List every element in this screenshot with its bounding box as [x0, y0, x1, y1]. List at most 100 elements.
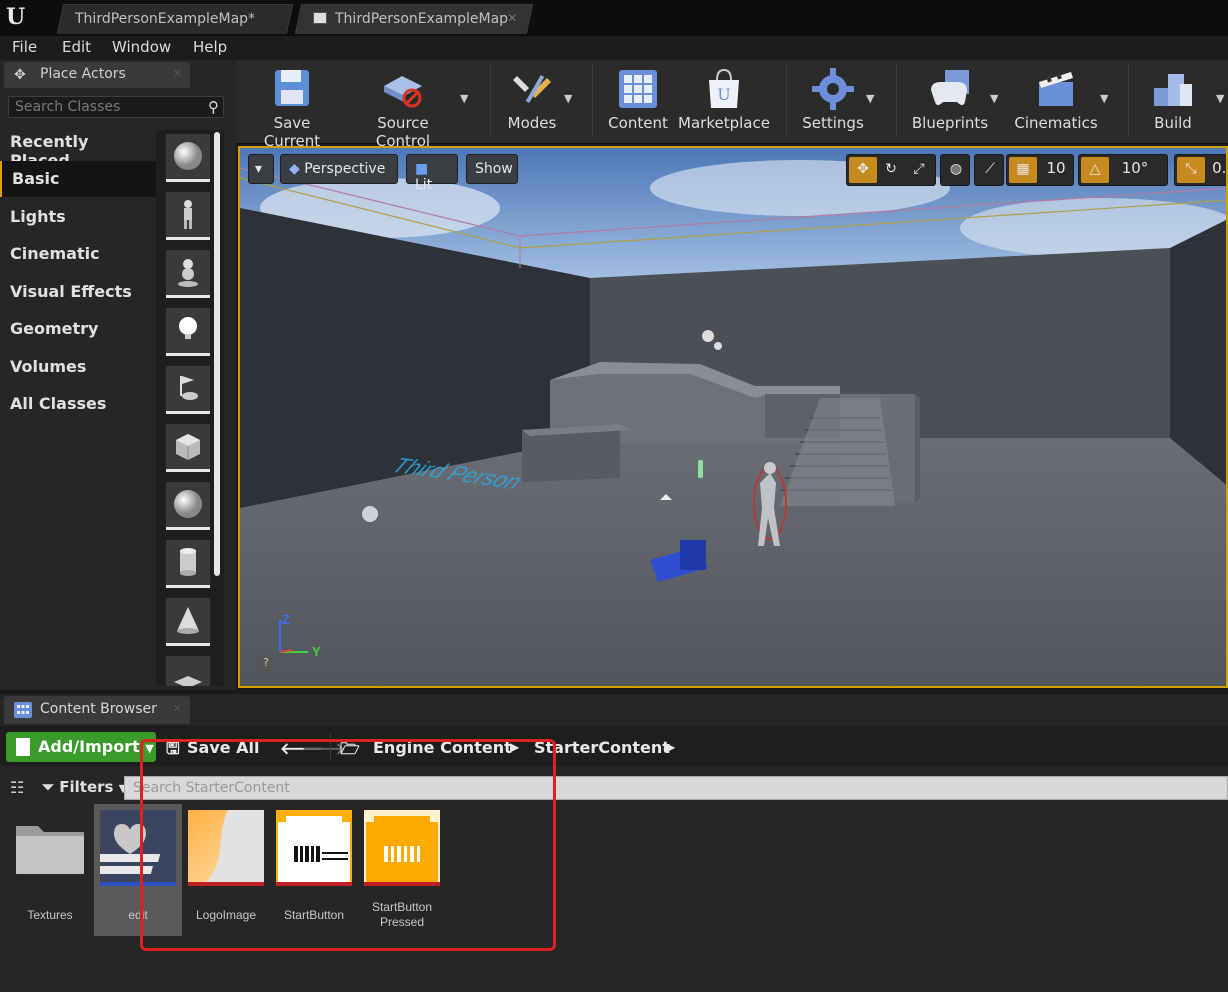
scale-snap-group[interactable]: ⤡ 0.2 [1174, 154, 1226, 186]
modes-label: Modes [507, 114, 557, 132]
rotate-tool-icon[interactable]: ↻ [877, 157, 905, 183]
actor-player-start[interactable] [166, 366, 210, 414]
lit-button[interactable]: ■ Lit [406, 154, 458, 193]
modes-button[interactable]: Modes ▼ [500, 62, 572, 142]
menu-window[interactable]: Window [112, 38, 171, 56]
category-lights[interactable]: Lights [0, 199, 156, 235]
menu-help[interactable]: Help [193, 38, 227, 56]
chevron-down-icon[interactable]: ▼ [1100, 92, 1108, 105]
close-icon[interactable]: ✕ [173, 702, 182, 715]
show-button[interactable]: Show [466, 154, 518, 184]
settings-button[interactable]: Settings ▼ [798, 62, 874, 142]
chevron-down-icon[interactable]: ▼ [990, 92, 998, 105]
close-icon[interactable]: ✕ [507, 11, 517, 25]
asset-label: Textures [27, 908, 73, 922]
gear-icon [812, 68, 854, 110]
menu-file[interactable]: File [12, 38, 37, 56]
tab-label: ThirdPersonExampleMap* [75, 11, 256, 27]
content-browser-tab[interactable]: Content Browser ✕ [4, 696, 190, 724]
chevron-down-icon[interactable]: ▼ [564, 92, 572, 105]
asset-folder-textures[interactable]: Textures [6, 804, 94, 936]
level-viewport[interactable]: Third Person ▾ ◆ Perspective ■ Lit Show [238, 146, 1228, 688]
toolbar-separator [786, 62, 787, 138]
cone-icon [177, 607, 199, 634]
scene-render: Third Person [240, 148, 1226, 686]
sources-panel-icon[interactable]: ☷ [10, 778, 24, 797]
actor-cube[interactable] [166, 424, 210, 472]
translate-tool-icon[interactable]: ✥ [849, 157, 877, 183]
rotation-snap-icon: △ [1081, 157, 1109, 183]
close-icon[interactable]: ✕ [173, 67, 182, 80]
floppy-disk-icon [275, 70, 309, 106]
menu-edit[interactable]: Edit [62, 38, 91, 56]
cube-icon [176, 434, 200, 460]
viewport-options-button[interactable]: ▾ [248, 154, 274, 184]
plane-icon [174, 676, 202, 686]
cinematics-label: Cinematics [1014, 114, 1098, 132]
toolbar-separator [896, 62, 897, 138]
help-icon[interactable]: ? [258, 656, 274, 672]
blueprints-button[interactable]: Blueprints ▼ [910, 62, 998, 142]
show-label: Show [475, 161, 513, 177]
rotation-snap-value: 10° [1121, 159, 1149, 177]
new-document-icon [16, 738, 30, 756]
category-recently-placed[interactable]: Recently Placed [0, 124, 156, 170]
place-actors-tab[interactable]: ✥ Place Actors ✕ [4, 62, 190, 88]
content-browser-icon [14, 702, 32, 718]
actor-plane[interactable] [166, 656, 210, 686]
settings-label: Settings [802, 114, 864, 132]
place-actors-panel: ✥ Place Actors ✕ Search Classes ⚲ Recent… [0, 60, 236, 690]
transform-tools-group: ✥ ↻ ⤢ [846, 154, 936, 186]
save-current-button[interactable]: Save Current [246, 62, 338, 150]
search-classes-input[interactable]: Search Classes ⚲ [8, 96, 224, 118]
chevron-down-icon[interactable]: ▼ [1216, 92, 1224, 105]
rotation-snap-group[interactable]: △ 10° [1078, 154, 1168, 186]
actor-sphere[interactable] [166, 482, 210, 530]
cinematics-button[interactable]: Cinematics ▼ [1014, 62, 1108, 142]
tab-map-2[interactable]: ThirdPersonExampleMap ✕ [294, 4, 534, 34]
grid-snap-group[interactable]: ▦ 10 [1006, 154, 1074, 186]
surface-snap-icon: ⟋ [985, 161, 995, 177]
scale-tool-icon[interactable]: ⤢ [905, 157, 933, 183]
build-button[interactable]: Build ▼ [1140, 62, 1224, 142]
actor-list-scrollbar[interactable] [214, 132, 220, 576]
category-basic[interactable]: Basic [0, 161, 156, 197]
tab-map-1[interactable]: ThirdPersonExampleMap* [56, 4, 294, 34]
perspective-button[interactable]: ◆ Perspective [280, 154, 398, 184]
content-grid-icon [619, 70, 657, 108]
source-control-icon [384, 76, 422, 108]
category-volumes[interactable]: Volumes [0, 349, 156, 385]
actor-point-light[interactable] [166, 308, 210, 356]
actor-empty-actor[interactable] [166, 134, 210, 182]
world-local-toggle[interactable]: ◍ [940, 154, 970, 186]
filters-button[interactable]: ⏷ Filters ▼ [42, 778, 127, 796]
modes-tools-icon [513, 75, 551, 103]
content-button[interactable]: Content [606, 62, 670, 142]
menu-bar: File Edit Window Help [0, 36, 1228, 60]
player-start-icon [180, 376, 198, 400]
chevron-down-icon[interactable]: ▼ [460, 92, 468, 105]
surface-snapping-toggle[interactable]: ⟋ [974, 154, 1004, 186]
chevron-down-icon: ▾ [255, 161, 263, 177]
actor-character[interactable] [166, 192, 210, 240]
folder-icon [16, 826, 84, 874]
chevron-right-icon[interactable]: ▶ [666, 740, 675, 754]
chevron-down-icon[interactable]: ▼ [866, 92, 874, 105]
toolbar-separator [1128, 62, 1129, 138]
filters-label: Filters [59, 778, 114, 796]
category-all-classes[interactable]: All Classes [0, 386, 156, 422]
tab-label: ThirdPersonExampleMap [335, 11, 509, 27]
actor-cone[interactable] [166, 598, 210, 646]
category-cinematic[interactable]: Cinematic [0, 236, 156, 272]
category-visual-effects[interactable]: Visual Effects [0, 274, 156, 310]
source-control-button[interactable]: Source Control ▼ [350, 62, 468, 150]
toolbar-separator [490, 62, 491, 138]
cylinder-icon [180, 548, 196, 576]
marketplace-button[interactable]: U Marketplace [678, 62, 770, 142]
build-icon [1154, 74, 1192, 106]
actor-cylinder[interactable] [166, 540, 210, 588]
add-import-button[interactable]: Add/Import ▼ [6, 732, 156, 762]
category-geometry[interactable]: Geometry [0, 311, 156, 347]
grid-snap-value: 10 [1046, 159, 1066, 177]
actor-pawn[interactable] [166, 250, 210, 298]
